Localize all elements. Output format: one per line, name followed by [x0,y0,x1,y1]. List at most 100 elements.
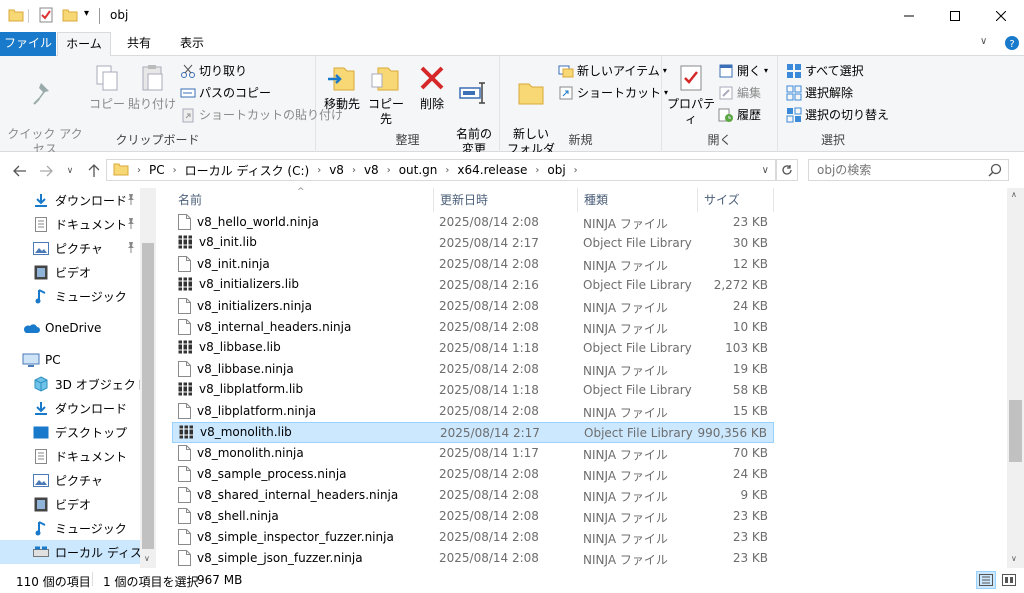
file-row[interactable]: v8_libbase.lib 2025/08/14 1:18 Object File… [172,338,774,359]
back-button[interactable] [10,161,30,181]
nav-item-videos-pc[interactable]: ビデオ [0,492,140,516]
up-button[interactable] [84,161,104,181]
refresh-button[interactable] [776,159,798,181]
file-row[interactable]: v8_init.lib 2025/08/14 2:17 Object File Li… [172,233,774,254]
address-bar[interactable]: › PC › ローカル ディスク (C:) › v8 › v8 › out.gn… [106,159,776,181]
nav-item-documents[interactable]: ドキュメント [0,444,140,468]
open-button[interactable]: 開く ▾ [718,61,768,81]
nav-item-pc[interactable]: PC [0,348,140,372]
column-header-date[interactable]: 更新日時 [434,188,578,212]
file-name: v8_internal_headers.ninja [178,319,351,335]
file-row[interactable]: v8_monolith.ninja 2025/08/14 1:17 NINJA ファ… [172,443,774,464]
file-row[interactable]: v8_init.ninja 2025/08/14 2:08 NINJA ファイル 12… [172,254,774,275]
select-all-button[interactable]: すべて選択 [786,61,864,81]
delete-button[interactable]: 削除 [414,62,450,112]
recent-locations-button[interactable]: ∨ [60,161,80,181]
file-row[interactable]: v8_sample_process.ninja 2025/08/14 2:08 NI… [172,464,774,485]
nav-item-music-pc[interactable]: ミュージック [0,516,140,540]
address-dropdown-icon[interactable]: ∨ [762,165,769,176]
copy-button[interactable]: コピー [88,62,126,112]
file-row[interactable]: v8_monolith.lib 2025/08/14 2:17 Object Fil… [172,422,774,443]
quick-access-dropdown-icon[interactable]: ▾ [84,8,89,26]
breadcrumb-x64-release[interactable]: x64.release [453,163,531,177]
select-none-button[interactable]: 選択解除 [786,83,853,103]
file-row[interactable]: v8_libbase.ninja 2025/08/14 2:08 NINJA ファイ… [172,359,774,380]
nav-item-downloads-pinned[interactable]: ダウンロード [0,188,140,212]
search-icon[interactable] [988,163,1002,180]
pin-icon [33,83,49,105]
file-row[interactable]: v8_hello_world.ninja 2025/08/14 2:08 NINJA… [172,212,774,233]
file-row[interactable]: v8_shell.ninja 2025/08/14 2:08 NINJA ファイル 2… [172,506,774,527]
file-list-scroll-thumb[interactable] [1009,400,1022,462]
file-list: ^ 名前 更新日時 種類 サイズ v8_hello_world.ninja 202… [172,187,1007,569]
column-header-size[interactable]: サイズ [698,188,774,212]
breadcrumb-v8-inner[interactable]: v8 [360,163,383,177]
nav-item-videos[interactable]: ビデオ [0,260,140,284]
details-view-button[interactable] [976,571,996,589]
navigation-pane-scroll-thumb[interactable] [142,243,154,549]
edit-button[interactable]: 編集 [718,83,761,103]
tab-view[interactable]: 表示 [167,32,217,56]
scroll-down-icon[interactable]: ∨ [144,554,150,563]
file-date: 2025/08/14 2:08 [439,551,539,565]
forward-arrow-icon [40,165,53,177]
search-input[interactable] [817,163,987,177]
column-header-type[interactable]: 種類 [578,188,698,212]
file-row[interactable]: v8_initializers.ninja 2025/08/14 2:08 NINJ… [172,296,774,317]
scroll-down-icon[interactable]: ∨ [1011,554,1017,563]
file-row[interactable]: v8_libplatform.ninja 2025/08/14 2:08 NINJA… [172,401,774,422]
breadcrumb-pc[interactable]: PC [145,163,169,177]
nav-item-desktop[interactable]: デスクトップ [0,420,140,444]
shortcut-button[interactable]: ショートカット ▾ [558,83,668,103]
breadcrumb-obj[interactable]: obj [543,163,569,177]
nav-item-onedrive[interactable]: OneDrive [0,316,140,340]
large-icons-view-button[interactable] [999,571,1019,589]
breadcrumb-v8[interactable]: v8 [325,163,348,177]
ribbon-collapse-icon[interactable]: ∨ [980,36,987,47]
breadcrumb-out-gn[interactable]: out.gn [395,163,442,177]
file-name: v8_sample_process.ninja [178,466,347,482]
nav-item-local-disk[interactable]: ローカル ディスク (C [0,540,156,564]
invert-selection-button[interactable]: 選択の切り替え [786,105,889,125]
scroll-up-icon[interactable]: ∧ [1011,190,1017,199]
history-button[interactable]: 履歴 [718,105,761,125]
move-to-button[interactable]: 移動先 [320,62,364,112]
file-row[interactable]: v8_simple_inspector_fuzzer.ninja 2025/08/… [172,527,774,548]
tab-share[interactable]: 共有 [117,32,161,56]
minimize-button[interactable] [886,0,932,32]
search-box[interactable] [808,159,1009,181]
properties-button[interactable]: プロパティ [666,62,716,127]
nav-item-pictures-pinned[interactable]: ピクチャ [0,236,140,260]
copy-to-button[interactable]: コピー先 [364,62,408,127]
new-folder-quick-icon[interactable] [62,7,78,25]
select-all-icon [787,64,801,78]
paste-button[interactable]: 貼り付け [128,62,176,112]
new-item-button[interactable]: 新しいアイテム ▾ [558,61,667,81]
nav-item-3d-objects[interactable]: 3D オブジェクト [0,372,148,396]
file-row[interactable]: v8_libplatform.lib 2025/08/14 1:18 Object … [172,380,774,401]
navigation-pane-scrollbar[interactable]: ∨ [140,188,156,568]
column-header-name[interactable]: ^ 名前 [172,187,434,212]
nav-item-music[interactable]: ミュージック [0,284,140,308]
file-row[interactable]: v8_shared_internal_headers.ninja 2025/08/… [172,485,774,506]
help-icon[interactable]: ? [1004,35,1020,54]
3d-objects-icon [32,376,50,392]
file-row[interactable]: v8_simple_json_fuzzer.ninja 2025/08/14 2:… [172,548,774,569]
document-icon [32,216,50,232]
breadcrumb-local-disk[interactable]: ローカル ディスク (C:) [181,162,314,179]
tab-file[interactable]: ファイル [0,32,56,56]
copy-path-button[interactable]: パスのコピー [180,83,271,103]
close-button[interactable] [978,0,1024,32]
nav-item-documents-pinned[interactable]: ドキュメント [0,212,140,236]
nav-item-pictures[interactable]: ピクチャ [0,468,140,492]
file-row[interactable]: v8_initializers.lib 2025/08/14 2:16 Object… [172,275,774,296]
maximize-button[interactable] [932,0,978,32]
file-list-scrollbar[interactable]: ∧ ∨ [1007,188,1024,568]
tab-home[interactable]: ホーム [57,32,111,57]
file-type: NINJA ファイル [583,532,668,546]
nav-item-downloads[interactable]: ダウンロード [0,396,140,420]
file-row[interactable]: v8_internal_headers.ninja 2025/08/14 2:08… [172,317,774,338]
forward-button[interactable] [36,161,56,181]
cut-button[interactable]: 切り取り [180,61,247,81]
properties-check-icon[interactable] [38,7,54,25]
